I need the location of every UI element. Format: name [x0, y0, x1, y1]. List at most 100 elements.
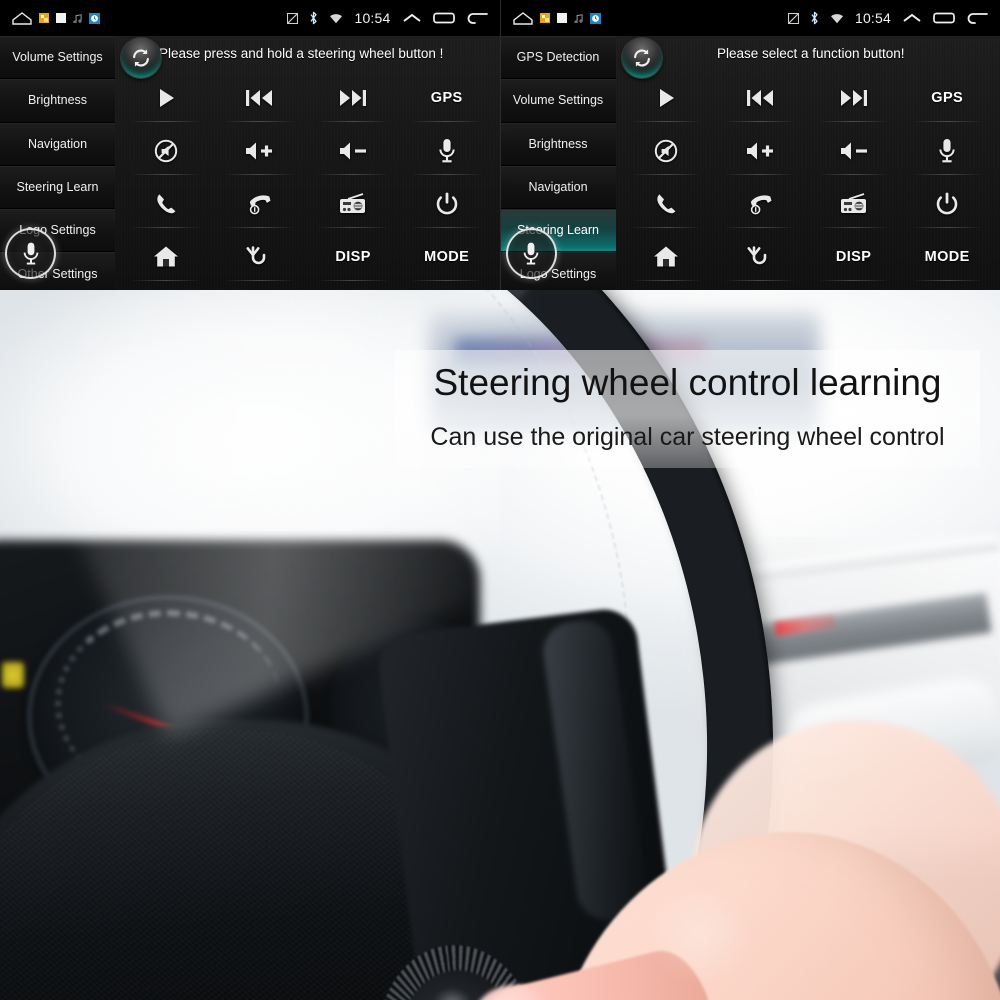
gps-button[interactable]: GPS: [400, 71, 494, 124]
menu-item-steering-learn[interactable]: Steering Learn: [0, 165, 115, 210]
radio-icon[interactable]: [807, 177, 901, 230]
bluetooth-icon[interactable]: [309, 11, 318, 25]
menu-item-volume-settings[interactable]: Volume Settings: [500, 79, 616, 123]
call-hangup-icon[interactable]: [213, 177, 307, 230]
chevron-up-icon[interactable]: [402, 12, 422, 25]
app-white-square-icon[interactable]: [556, 13, 567, 23]
recents-icon[interactable]: [933, 11, 955, 25]
status-bar-left-icons: [512, 11, 601, 25]
microphone-overlay-icon[interactable]: [505, 228, 557, 279]
back-return-icon[interactable]: [713, 230, 807, 283]
menu-item-gps-detection[interactable]: GPS Detection: [500, 36, 616, 80]
mode-label: MODE: [424, 248, 470, 265]
headunit-body-right: GPS Detection Volume Settings Brightness…: [500, 36, 1000, 290]
status-bar-clock: 10:54: [354, 10, 391, 26]
microphone-overlay-icon[interactable]: [5, 228, 56, 279]
menu-item-volume-settings[interactable]: Volume Settings: [0, 36, 115, 80]
home-icon[interactable]: [620, 230, 714, 283]
play-icon[interactable]: [119, 71, 213, 124]
previous-track-icon[interactable]: [213, 71, 307, 124]
status-bar-right-icons: 10:54: [287, 10, 488, 26]
back-icon[interactable]: [966, 11, 988, 25]
power-icon[interactable]: [900, 177, 994, 230]
back-icon[interactable]: [466, 11, 488, 25]
gps-button[interactable]: GPS: [900, 71, 994, 124]
volume-down-icon[interactable]: [807, 124, 901, 177]
photo-caption: Steering wheel control learning Can use …: [395, 350, 980, 468]
menu-item-brightness[interactable]: Brightness: [500, 122, 616, 166]
mode-button[interactable]: MODE: [900, 230, 994, 283]
disp-button[interactable]: DISP: [306, 230, 400, 283]
caption-subtitle: Can use the original car steering wheel …: [430, 422, 945, 451]
prompt-header-right: Please select a function button!: [616, 36, 1000, 78]
refresh-sync-icon[interactable]: [621, 38, 662, 78]
headunit-screen-left: 10:54 Volume Settings Brightness Navigat…: [0, 0, 500, 290]
home-outline-icon[interactable]: [12, 11, 32, 25]
menu-item-label: Brightness: [27, 93, 88, 108]
mute-icon[interactable]: [620, 124, 714, 177]
function-button-grid-left: GPS DISP MODE: [115, 71, 500, 283]
sd-card-icon[interactable]: [787, 12, 799, 24]
caption-title: Steering wheel control learning: [433, 362, 942, 403]
power-icon[interactable]: [400, 177, 494, 230]
next-track-icon[interactable]: [306, 71, 400, 124]
next-track-icon[interactable]: [807, 71, 901, 124]
app-white-square-icon[interactable]: [56, 13, 66, 23]
mode-button[interactable]: MODE: [400, 230, 494, 283]
home-icon[interactable]: [119, 230, 213, 283]
menu-item-label: GPS Detection: [516, 50, 600, 65]
headunit-screen-right: 10:54 GPS Detection Volume Settings Brig…: [499, 0, 1000, 290]
bluetooth-icon[interactable]: [810, 11, 819, 25]
volume-down-icon[interactable]: [306, 124, 400, 177]
menu-item-navigation[interactable]: Navigation: [500, 165, 616, 210]
call-answer-icon[interactable]: [119, 177, 213, 230]
status-bar-right: 10:54: [500, 0, 1000, 36]
menu-item-label: Volume Settings: [512, 93, 604, 108]
play-icon[interactable]: [620, 71, 714, 124]
notification-icon[interactable]: [39, 13, 49, 23]
function-panel-left: Please press and hold a steering wheel b…: [115, 36, 500, 290]
status-bar-right-icons: 10:54: [787, 10, 988, 26]
microphone-icon[interactable]: [400, 124, 494, 177]
status-bar-clock: 10:54: [854, 10, 891, 26]
home-outline-icon[interactable]: [512, 11, 533, 25]
volume-up-icon[interactable]: [213, 124, 307, 177]
menu-item-navigation[interactable]: Navigation: [0, 122, 115, 166]
disp-button[interactable]: DISP: [807, 230, 901, 283]
notification-icon[interactable]: [539, 13, 550, 23]
menu-item-label: Navigation: [27, 136, 88, 151]
refresh-sync-icon[interactable]: [121, 38, 161, 78]
microphone-icon[interactable]: [900, 124, 994, 177]
menu-item-label: Brightness: [528, 136, 588, 151]
gps-label: GPS: [430, 89, 463, 106]
wifi-icon[interactable]: [830, 13, 844, 24]
previous-track-icon[interactable]: [713, 71, 807, 124]
status-bar-left: 10:54: [0, 0, 500, 36]
clock-blue-icon[interactable]: [89, 12, 100, 24]
recents-icon[interactable]: [432, 11, 455, 25]
mode-label: MODE: [924, 248, 970, 265]
disp-label: DISP: [335, 248, 371, 265]
back-return-icon[interactable]: [213, 230, 307, 283]
music-note-icon[interactable]: [573, 13, 583, 23]
product-photo: Steering wheel control learning Can use …: [0, 290, 1000, 1000]
menu-item-brightness[interactable]: Brightness: [0, 79, 115, 123]
wifi-icon[interactable]: [329, 13, 343, 24]
prompt-text-right: Please select a function button!: [716, 46, 905, 61]
call-hangup-icon[interactable]: [713, 177, 807, 230]
mute-icon[interactable]: [119, 124, 213, 177]
menu-item-label: Volume Settings: [12, 50, 103, 65]
volume-up-icon[interactable]: [713, 124, 807, 177]
sd-card-icon[interactable]: [287, 12, 299, 24]
gps-label: GPS: [931, 89, 964, 106]
music-note-icon[interactable]: [73, 13, 82, 23]
screenshot-root: 10:54 Volume Settings Brightness Navigat…: [0, 0, 1000, 1000]
radio-icon[interactable]: [306, 177, 400, 230]
disp-label: DISP: [835, 248, 872, 265]
clock-blue-icon[interactable]: [589, 12, 601, 24]
photo-knuckle-highlight: [640, 890, 760, 980]
chevron-up-icon[interactable]: [902, 12, 922, 25]
call-answer-icon[interactable]: [620, 177, 714, 230]
prompt-text-left: Please press and hold a steering wheel b…: [159, 46, 444, 61]
menu-item-label: Navigation: [528, 180, 588, 195]
